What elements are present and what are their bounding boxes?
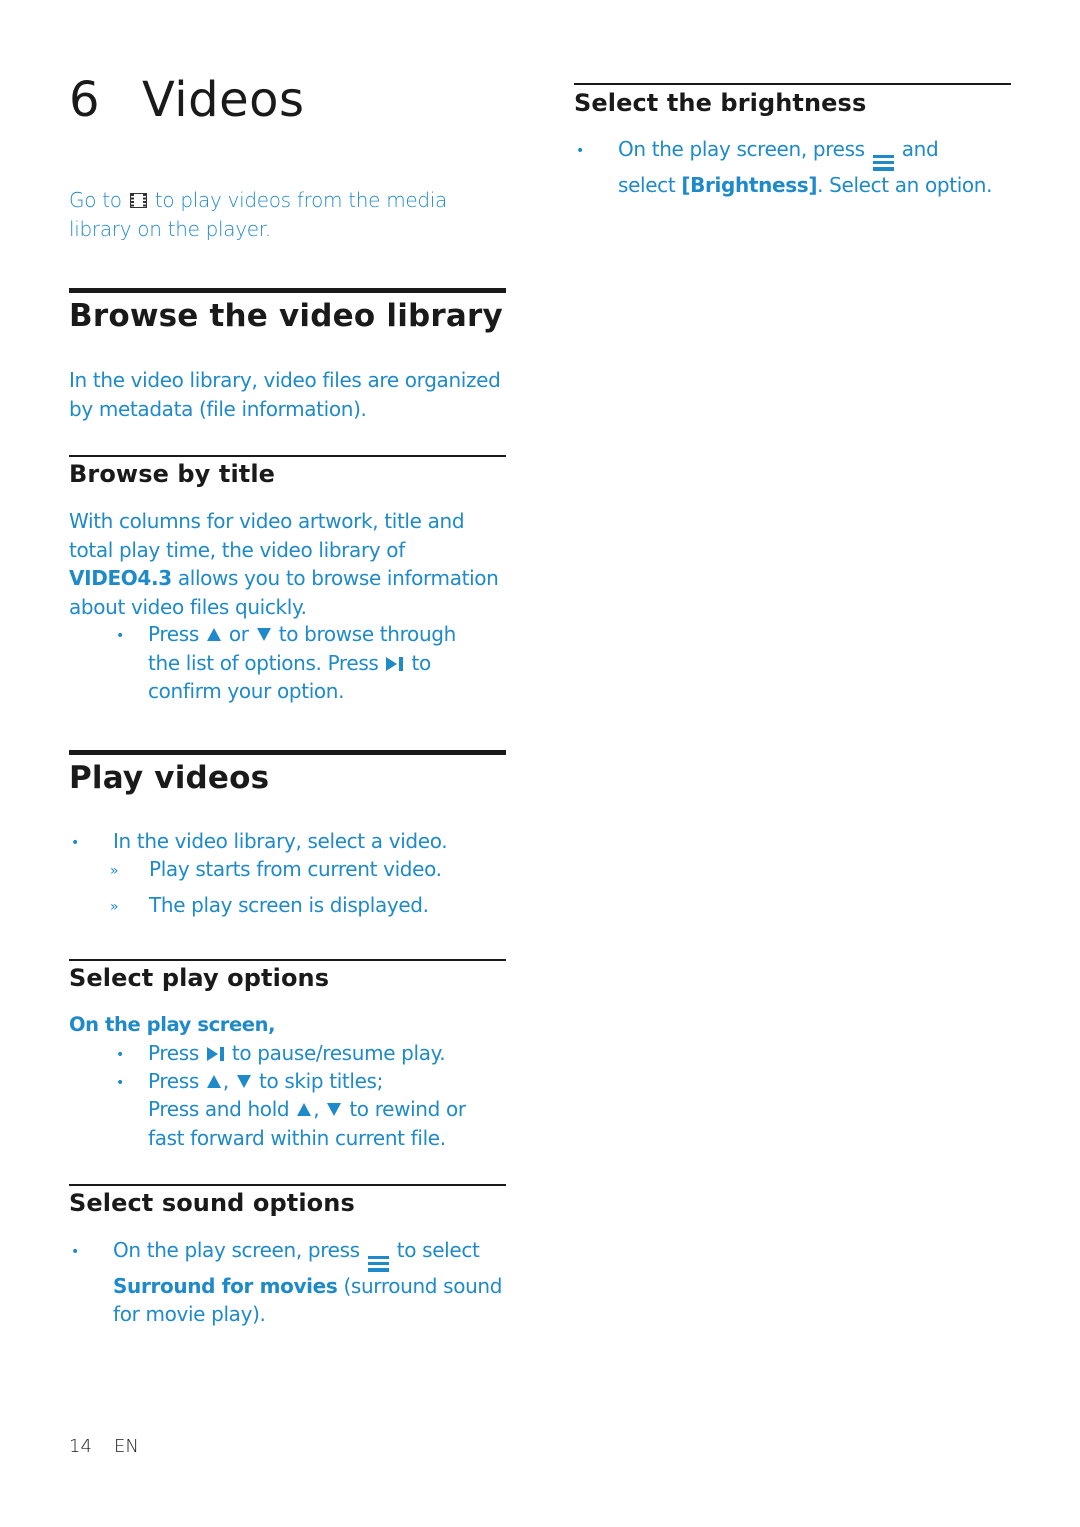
subsection-divider — [69, 1184, 506, 1186]
subsection-heading-brightness: Select the brightness — [574, 89, 867, 117]
brightness-option: [Brightness] — [681, 172, 818, 197]
bullet-marker: • — [576, 143, 585, 159]
bullet-marker: • — [116, 628, 125, 644]
play-pause-icon — [386, 656, 404, 671]
subsection-heading-sound-options: Select sound options — [69, 1189, 355, 1217]
play-option-pause: Press to pause/resume play. — [148, 1041, 446, 1065]
browse-instruction: Press or to browse through the list of o… — [148, 622, 456, 703]
play-result: The play screen is displayed. — [149, 893, 429, 917]
bullet-marker: • — [116, 1075, 125, 1091]
down-arrow-icon — [236, 1075, 251, 1088]
bullet-marker: • — [71, 1244, 80, 1260]
play-result: Play starts from current video. — [149, 857, 442, 881]
bullet-marker: • — [116, 1047, 125, 1063]
up-arrow-icon — [206, 628, 221, 641]
down-arrow-icon — [327, 1103, 342, 1116]
menu-icon — [367, 1255, 389, 1272]
browse-library-text: In the video library, video files are or… — [69, 368, 501, 421]
intro-text-after: to play videos from the media library on… — [69, 188, 448, 241]
chapter-number: 6 — [69, 72, 101, 128]
section-heading-browse-library: Browse the video library — [69, 298, 503, 334]
play-pause-icon — [206, 1047, 224, 1061]
film-icon — [129, 193, 147, 208]
subsection-heading-play-options: Select play options — [69, 964, 330, 992]
subsection-divider — [69, 455, 506, 457]
result-marker: » — [110, 863, 119, 879]
language-code: EN — [114, 1436, 139, 1457]
up-arrow-icon — [297, 1103, 312, 1116]
subsection-divider — [69, 959, 506, 961]
play-step: In the video library, select a video. — [113, 829, 448, 853]
chapter-title: 6 Videos — [69, 72, 305, 128]
up-arrow-icon — [206, 1075, 221, 1088]
section-divider — [69, 750, 506, 755]
chapter-name: Videos — [142, 72, 305, 128]
sound-options-text: On the play screen, press to select Surr… — [113, 1238, 503, 1326]
subsection-divider — [574, 83, 1011, 85]
product-name: VIDEO4.3 — [69, 566, 172, 590]
page-footer: 14 EN — [69, 1436, 139, 1457]
play-option-seek: Press and hold , to rewind or fast forwa… — [148, 1097, 466, 1150]
play-options-lead: On the play screen, — [69, 1013, 276, 1036]
section-divider — [69, 288, 506, 293]
brightness-text: On the play screen, press and select [Br… — [618, 137, 993, 197]
intro-text-before: Go to — [69, 188, 122, 212]
browse-by-title-text: With columns for video artwork, title an… — [69, 509, 499, 619]
surround-option: Surround for movies — [113, 1273, 338, 1298]
subsection-heading-browse-by-title: Browse by title — [69, 460, 276, 488]
menu-icon — [872, 154, 894, 171]
play-option-skip: Press , to skip titles; — [148, 1069, 384, 1093]
result-marker: » — [110, 899, 119, 915]
chapter-intro: Go to to play videos from the media libr… — [69, 186, 506, 243]
bullet-marker: • — [71, 835, 80, 851]
down-arrow-icon — [256, 628, 271, 641]
page-number: 14 — [69, 1436, 92, 1457]
section-heading-play-videos: Play videos — [69, 760, 270, 796]
